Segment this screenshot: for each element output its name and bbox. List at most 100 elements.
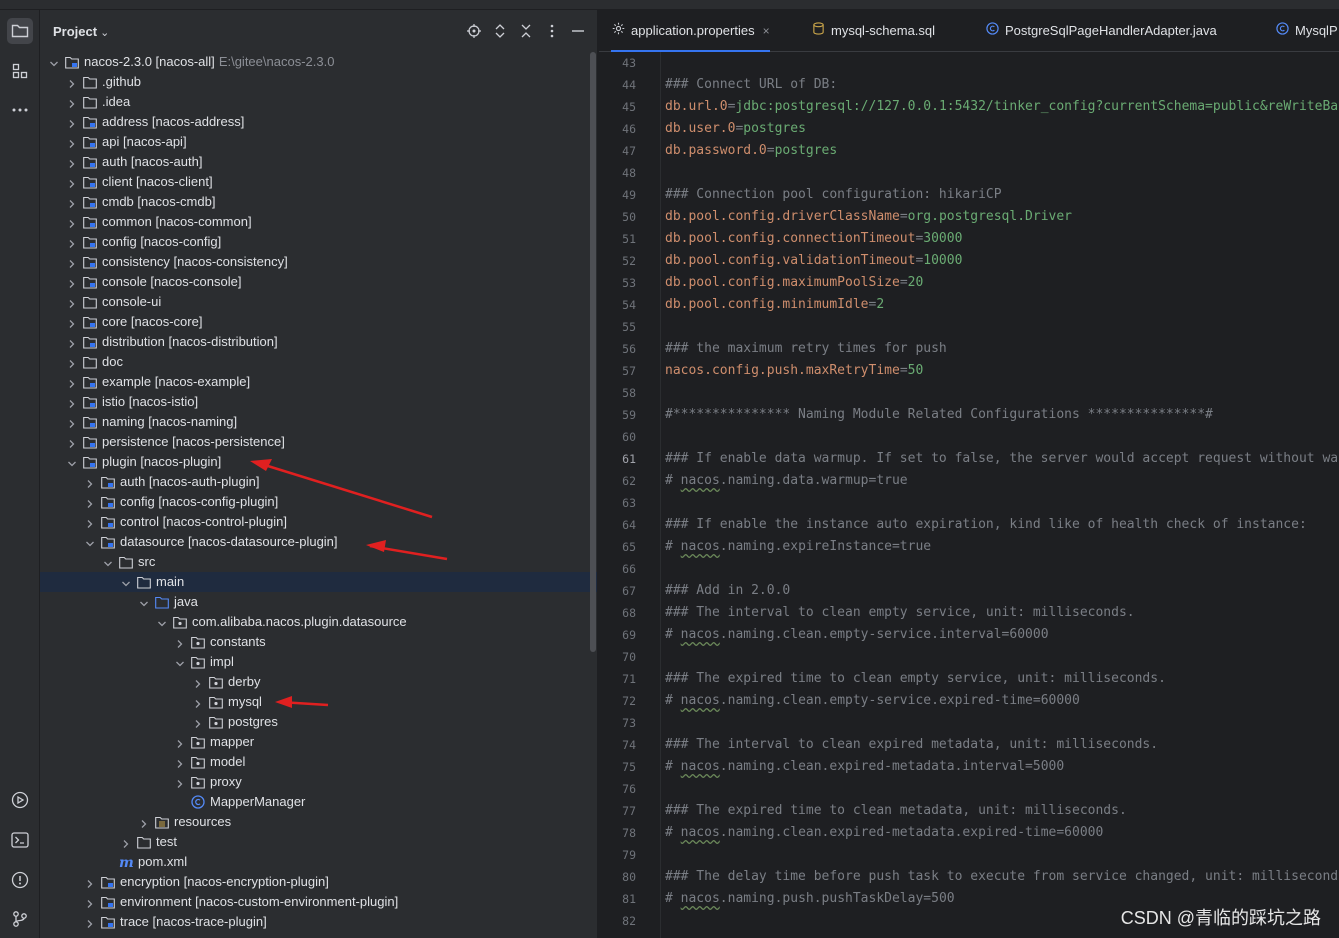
code-line[interactable]: ### The expired time to clean metadata, … <box>665 800 1127 822</box>
tab-mysql-schema-sql[interactable]: mysql-schema.sql <box>811 10 935 52</box>
tree-item-core[interactable]: core [nacos-core] <box>40 312 597 332</box>
code-line[interactable]: ### If enable data warmup. If set to fal… <box>665 448 1339 470</box>
tree-item-istio[interactable]: istio [nacos-istio] <box>40 392 597 412</box>
tree-item--idea[interactable]: .idea <box>40 92 597 112</box>
chevron-down-icon[interactable] <box>138 592 150 612</box>
tree-item-environment[interactable]: environment [nacos-custom-environment-pl… <box>40 892 597 912</box>
chevron-right-icon[interactable] <box>66 332 78 352</box>
chevron-down-icon[interactable] <box>48 52 60 72</box>
code-view[interactable]: ### Connect URL of DB: db.url.0=jdbc:post… <box>665 52 1339 938</box>
chevron-down-icon[interactable] <box>120 572 132 592</box>
tab-postgresqlpagehandleradapter-java[interactable]: PostgreSqlPageHandlerAdapter.java <box>985 10 1217 52</box>
chevron-right-icon[interactable] <box>66 252 78 272</box>
tree-item-address[interactable]: address [nacos-address] <box>40 112 597 132</box>
tree-item--github[interactable]: .github <box>40 72 597 92</box>
tree-item-trace[interactable]: trace [nacos-trace-plugin] <box>40 912 597 932</box>
tree-item-control[interactable]: control [nacos-control-plugin] <box>40 512 597 532</box>
code-line[interactable]: ### Add in 2.0.0 <box>665 580 790 602</box>
code-line[interactable]: db.pool.config.maximumPoolSize=20 <box>665 272 923 294</box>
chevron-down-icon[interactable] <box>102 552 114 572</box>
project-folder-icon[interactable] <box>7 18 33 44</box>
tree-item-auth[interactable]: auth [nacos-auth-plugin] <box>40 472 597 492</box>
chevron-right-icon[interactable] <box>174 752 186 772</box>
tree-item-api[interactable]: api [nacos-api] <box>40 132 597 152</box>
project-scrollbar[interactable] <box>590 52 596 652</box>
options-menu-icon[interactable] <box>544 23 560 39</box>
more-tools-icon[interactable] <box>9 99 31 121</box>
tree-item-derby[interactable]: derby <box>40 672 597 692</box>
chevron-down-icon[interactable] <box>66 452 78 472</box>
chevron-right-icon[interactable] <box>84 492 96 512</box>
chevron-right-icon[interactable] <box>174 732 186 752</box>
chevron-right-icon[interactable] <box>66 92 78 112</box>
code-line[interactable]: db.pool.config.connectionTimeout=30000 <box>665 228 962 250</box>
tree-item-proxy[interactable]: proxy <box>40 772 597 792</box>
tree-item-mysql[interactable]: mysql <box>40 692 597 712</box>
close-icon[interactable]: × <box>763 24 770 38</box>
tree-item-console[interactable]: console [nacos-console] <box>40 272 597 292</box>
tree-item-datasource[interactable]: datasource [nacos-datasource-plugin] <box>40 532 597 552</box>
tab-application-properties[interactable]: application.properties × <box>611 10 770 52</box>
code-line[interactable]: ### If enable the instance auto expirati… <box>665 514 1307 536</box>
chevron-down-icon[interactable] <box>84 532 96 552</box>
services-icon[interactable] <box>9 789 31 811</box>
tree-item-doc[interactable]: doc <box>40 352 597 372</box>
chevron-right-icon[interactable] <box>84 892 96 912</box>
code-line[interactable]: db.pool.config.driverClassName=org.postg… <box>665 206 1072 228</box>
code-line[interactable]: ### Connection pool configuration: hikar… <box>665 184 1002 206</box>
tree-item-example[interactable]: example [nacos-example] <box>40 372 597 392</box>
tree-item-encryption[interactable]: encryption [nacos-encryption-plugin] <box>40 872 597 892</box>
chevron-right-icon[interactable] <box>66 392 78 412</box>
code-line[interactable]: ### Connect URL of DB: <box>665 74 837 96</box>
hide-panel-icon[interactable] <box>570 23 586 39</box>
chevron-right-icon[interactable] <box>192 672 204 692</box>
tree-item-main[interactable]: main <box>40 572 597 592</box>
chevron-right-icon[interactable] <box>66 232 78 252</box>
collapse-all-icon[interactable] <box>518 23 534 39</box>
code-line[interactable]: nacos.config.push.maxRetryTime=50 <box>665 360 923 382</box>
code-line[interactable]: # nacos.naming.push.pushTaskDelay=500 <box>665 888 955 910</box>
code-line[interactable]: # nacos.naming.clean.empty-service.inter… <box>665 624 1049 646</box>
chevron-right-icon[interactable] <box>192 692 204 712</box>
chevron-right-icon[interactable] <box>66 212 78 232</box>
chevron-right-icon[interactable] <box>174 772 186 792</box>
tree-item-plugin[interactable]: plugin [nacos-plugin] <box>40 452 597 472</box>
tree-item-naming[interactable]: naming [nacos-naming] <box>40 412 597 432</box>
tree-item-pom-xml[interactable]: m pom.xml <box>40 852 597 872</box>
chevron-right-icon[interactable] <box>84 872 96 892</box>
chevron-right-icon[interactable] <box>192 712 204 732</box>
code-line[interactable]: ### The expired time to clean empty serv… <box>665 668 1166 690</box>
expand-all-icon[interactable] <box>492 23 508 39</box>
chevron-right-icon[interactable] <box>66 352 78 372</box>
chevron-right-icon[interactable] <box>66 372 78 392</box>
chevron-right-icon[interactable] <box>66 272 78 292</box>
code-line[interactable]: db.user.0=postgres <box>665 118 806 140</box>
problems-icon[interactable] <box>9 869 31 891</box>
code-line[interactable]: ### the maximum retry times for push <box>665 338 947 360</box>
tree-item-cmdb[interactable]: cmdb [nacos-cmdb] <box>40 192 597 212</box>
code-line[interactable]: # nacos.naming.clean.expired-metadata.ex… <box>665 822 1103 844</box>
chevron-right-icon[interactable] <box>66 112 78 132</box>
chevron-right-icon[interactable] <box>120 832 132 852</box>
chevron-right-icon[interactable] <box>66 192 78 212</box>
tree-item-test[interactable]: test <box>40 832 597 852</box>
tree-item-config[interactable]: config [nacos-config] <box>40 232 597 252</box>
tree-item-client[interactable]: client [nacos-client] <box>40 172 597 192</box>
chevron-right-icon[interactable] <box>66 292 78 312</box>
chevron-right-icon[interactable] <box>66 312 78 332</box>
tree-item-nacos-2-3-0[interactable]: nacos-2.3.0 [nacos-all] E:\gitee\nacos-2.… <box>40 52 597 72</box>
tree-item-com-alibaba-nacos-plugin-datasource[interactable]: com.alibaba.nacos.plugin.datasource <box>40 612 597 632</box>
code-line[interactable]: db.pool.config.minimumIdle=2 <box>665 294 884 316</box>
tree-item-auth[interactable]: auth [nacos-auth] <box>40 152 597 172</box>
tree-item-mapper[interactable]: mapper <box>40 732 597 752</box>
tree-item-src[interactable]: src <box>40 552 597 572</box>
locate-file-icon[interactable] <box>466 23 482 39</box>
chevron-right-icon[interactable] <box>66 132 78 152</box>
tab-mysqlp[interactable]: MysqlP <box>1275 10 1338 52</box>
tree-item-console-ui[interactable]: console-ui <box>40 292 597 312</box>
code-line[interactable]: db.password.0=postgres <box>665 140 837 162</box>
code-line[interactable]: ### The interval to clean empty service,… <box>665 602 1135 624</box>
tree-item-mappermanager[interactable]: MapperManager <box>40 792 597 812</box>
tree-item-resources[interactable]: resources <box>40 812 597 832</box>
chevron-down-icon[interactable] <box>156 612 168 632</box>
